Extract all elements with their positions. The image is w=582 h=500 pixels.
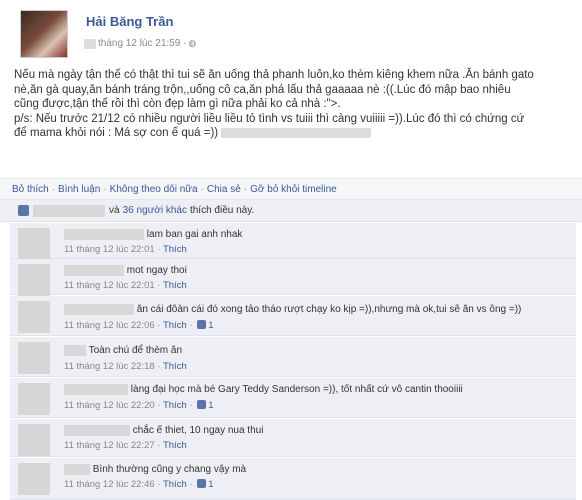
post-body: Nếu mà ngày tận thế có thật thì tui sẽ ă… [14,68,574,141]
post-text-line: Nếu mà ngày tận thế có thật thì tui sẽ ă… [14,69,534,81]
post-text-line: cũng được,tận thế rồi thì còn đẹp làm gì… [14,98,341,110]
commenter-avatar[interactable] [18,424,50,456]
author-name[interactable]: Hải Băng Trần [86,14,173,29]
comment-text: lam ban gai anh nhak [146,229,243,241]
like-thumb-icon [197,400,207,409]
blurred-tag [221,127,372,138]
comment-like-link[interactable]: Thích [163,479,187,490]
remove-from-timeline-link[interactable]: Gỡ bỏ khỏi timeline [250,184,337,195]
post-time[interactable]: tháng 12 lúc 21:59 · [98,38,186,49]
like-thumb-icon [197,479,207,488]
blurred-commenter-name[interactable] [64,425,130,436]
blurred-liker [33,204,105,217]
comment-item: làng đại học mà bé Gary Teddy Sanderson … [10,378,576,418]
comment-like-link[interactable]: Thích [163,280,187,291]
comment-like-link[interactable]: Thích [163,400,187,411]
comment-item: ăn cái đôàn cái đó xong tảo tháo rượt ch… [10,296,576,336]
comment-like-link[interactable]: Thích [163,244,187,255]
author-avatar[interactable] [20,10,68,58]
like-thumb-icon [18,205,29,216]
comment-text: chắc ế thiet, 10 ngay nua thui [132,425,264,437]
like-thumb-icon [197,320,207,329]
others-link[interactable]: 36 người khác [123,205,187,216]
comment-like-count[interactable]: 1 [208,479,213,490]
commenter-avatar[interactable] [18,383,50,415]
comment-text: mot ngay thoi [126,265,187,277]
comment-like-link[interactable]: Thích [163,320,187,331]
comment-text: Bình thường cũng y chang vậy mà [92,464,247,476]
comment-time[interactable]: 11 tháng 12 lúc 22:20 [64,400,155,411]
commenter-avatar[interactable] [18,463,50,495]
comment-time[interactable]: 11 tháng 12 lúc 22:46 [64,479,155,490]
commenter-avatar[interactable] [18,264,50,296]
comment-item: chắc ế thiet, 10 ngay nua thui 11 tháng … [10,419,576,457]
blurred-commenter-name[interactable] [64,345,86,356]
blurred-commenter-name[interactable] [64,384,128,395]
blurred-commenter-name[interactable] [64,265,124,276]
commenter-avatar[interactable] [18,301,50,333]
post-header: Hải Băng Trần tháng 12 lúc 21:59 · ◍ [0,0,582,60]
comment-like-link[interactable]: Thích [163,361,187,372]
comment-text: Toàn chú để thèm ăn [88,345,183,357]
share-link[interactable]: Chia sẻ [207,184,241,195]
comment-item: mot ngay thoi 11 tháng 12 lúc 22:01 · Th… [10,259,576,296]
comment-time[interactable]: 11 tháng 12 lúc 22:01 [64,244,155,255]
post-meta: tháng 12 lúc 21:59 · ◍ [84,38,196,49]
blurred-commenter-name[interactable] [64,229,144,240]
post-text-line: p/s: Nếu trước 21/12 có nhiều người liều… [14,112,525,125]
commenter-avatar[interactable] [18,342,50,374]
post-text-line: nè,ăn gà quay,ăn bánh tráng trộn,,uống c… [14,83,511,96]
comment-like-count[interactable]: 1 [208,400,213,411]
comment-item: lam ban gai anh nhak 11 tháng 12 lúc 22:… [10,223,576,260]
blurred-commenter-name[interactable] [64,304,134,315]
comment-text: làng đại học mà bé Gary Teddy Sanderson … [130,384,463,396]
comment-time[interactable]: 11 tháng 12 lúc 22:01 [64,280,155,291]
comment-time[interactable]: 11 tháng 12 lúc 22:06 [64,320,155,331]
blurred-date [84,38,96,49]
commenter-avatar[interactable] [18,228,50,260]
comment-like-count[interactable]: 1 [208,320,213,331]
post-text-line: để mama khỏi nói : Má sợ con ế quá =)) [14,126,574,141]
comment-item: Toàn chú để thèm ăn 11 tháng 12 lúc 22:1… [10,337,576,377]
comment-time[interactable]: 11 tháng 12 lúc 22:27 [64,440,155,451]
blurred-commenter-name[interactable] [64,464,90,475]
comment-like-link[interactable]: Thích [163,440,187,451]
comment-link[interactable]: Bình luận [58,184,100,195]
comment-text: ăn cái đôàn cái đó xong tảo tháo rượt ch… [136,304,522,316]
comment-item: Bình thường cũng y chang vậy mà 11 tháng… [10,458,576,500]
unlike-link[interactable]: Bỏ thích [12,184,49,195]
post-actions: Bỏ thích · Bình luận · Không theo dõi nữ… [0,178,582,200]
likes-summary: và 36 người khác thích điều này. [0,200,582,222]
globe-icon: ◍ [188,38,197,48]
comment-time[interactable]: 11 tháng 12 lúc 22:18 [64,361,155,372]
unfollow-link[interactable]: Không theo dõi nữa [110,184,198,195]
